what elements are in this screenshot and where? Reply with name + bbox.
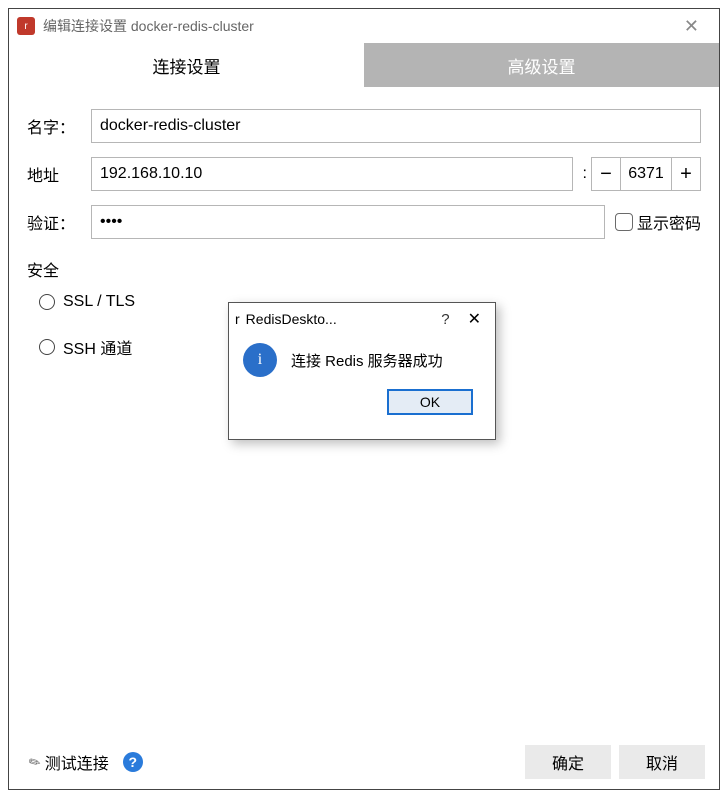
- tab-connection[interactable]: 连接设置: [9, 43, 364, 87]
- info-icon: i: [243, 343, 277, 377]
- app-icon: r: [235, 311, 240, 327]
- dialog-help-icon[interactable]: ?: [431, 311, 459, 328]
- help-icon[interactable]: ?: [123, 752, 143, 772]
- name-label: 名字：: [27, 114, 91, 138]
- name-input[interactable]: [91, 109, 701, 143]
- port-decrement-button[interactable]: −: [591, 157, 621, 191]
- checkbox-icon: [615, 213, 633, 231]
- footer: ✎ 测试连接 ? 确定 取消: [9, 735, 719, 789]
- address-input[interactable]: [91, 157, 573, 191]
- dialog-titlebar: r RedisDeskto... ? ✕: [229, 303, 495, 335]
- success-dialog: r RedisDeskto... ? ✕ i 连接 Redis 服务器成功 OK: [228, 302, 496, 440]
- tab-advanced[interactable]: 高级设置: [364, 43, 719, 87]
- tabs: 连接设置 高级设置: [9, 43, 719, 87]
- cancel-button[interactable]: 取消: [619, 745, 705, 779]
- test-connection-label: 测试连接: [45, 750, 109, 774]
- dialog-body: i 连接 Redis 服务器成功: [229, 335, 495, 385]
- dialog-message: 连接 Redis 服务器成功: [291, 350, 443, 371]
- dialog-title: RedisDeskto...: [246, 311, 337, 327]
- security-section-title: 安全: [27, 257, 701, 281]
- radio-icon: [39, 294, 55, 310]
- show-password-label: 显示密码: [637, 210, 701, 234]
- port-colon: :: [583, 165, 587, 183]
- test-connection-button[interactable]: ✎ 测试连接: [23, 746, 115, 778]
- window-title: 编辑连接设置 docker-redis-cluster: [43, 16, 254, 36]
- auth-input[interactable]: [91, 205, 605, 239]
- radio-icon: [39, 339, 55, 355]
- wand-icon: ✎: [26, 752, 45, 773]
- close-icon[interactable]: ✕: [672, 12, 711, 41]
- ssh-label: SSH 通道: [63, 335, 132, 359]
- dialog-ok-button[interactable]: OK: [387, 389, 473, 415]
- titlebar: r 编辑连接设置 docker-redis-cluster ✕: [9, 9, 719, 43]
- port-group: : − +: [579, 157, 701, 191]
- port-input[interactable]: [621, 157, 671, 191]
- auth-label: 验证：: [27, 210, 91, 234]
- ok-button[interactable]: 确定: [525, 745, 611, 779]
- dialog-close-icon[interactable]: ✕: [460, 309, 489, 329]
- app-icon: r: [17, 17, 35, 35]
- address-label: 地址: [27, 162, 91, 186]
- port-increment-button[interactable]: +: [671, 157, 701, 191]
- ssl-label: SSL / TLS: [63, 293, 135, 311]
- show-password-toggle[interactable]: 显示密码: [615, 210, 701, 234]
- dialog-footer: OK: [229, 385, 495, 425]
